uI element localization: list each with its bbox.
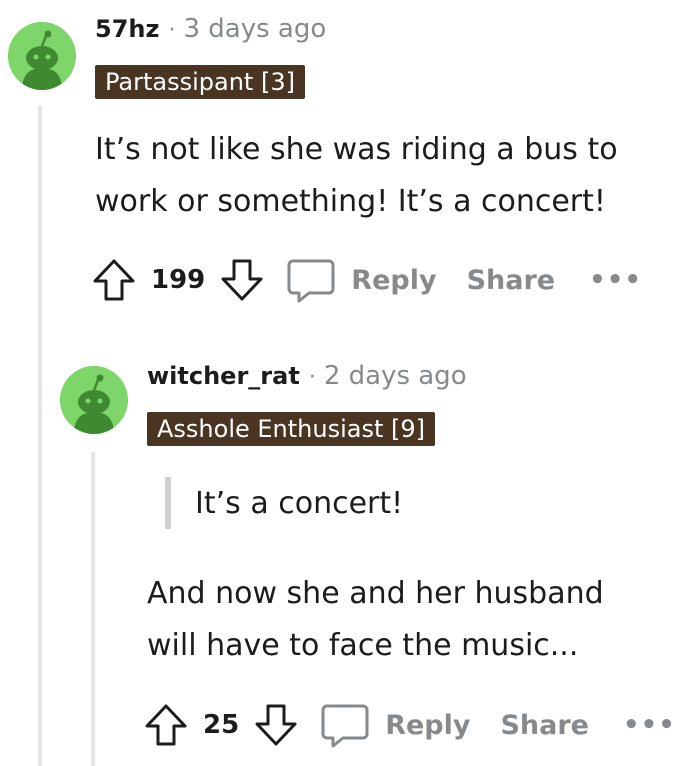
thread-line-child[interactable]: [91, 452, 95, 766]
downvote-icon[interactable]: [251, 700, 301, 750]
comment-body-line: It’s not like she was riding a bus to: [95, 132, 618, 167]
share-button[interactable]: Share: [467, 265, 556, 296]
avatar-witcher-rat[interactable]: [60, 366, 128, 434]
comment-meta: 57hz · 3 days ago: [95, 14, 326, 44]
comment-body: And now she and her husband will have to…: [147, 568, 604, 672]
comment-bubble-icon[interactable]: [319, 700, 371, 750]
comment-bubble-icon[interactable]: [285, 255, 337, 305]
more-options-button[interactable]: •••: [623, 710, 676, 740]
avatar-57hz[interactable]: [8, 22, 76, 90]
comment-body-line: And now she and her husband: [147, 576, 604, 611]
thread-line-parent[interactable]: [38, 106, 42, 766]
snoo-avatar-icon: [8, 22, 76, 90]
comment-meta: witcher_rat · 2 days ago: [147, 361, 467, 391]
blockquote-bar: [165, 477, 171, 529]
reply-button[interactable]: Reply: [351, 265, 436, 296]
timestamp[interactable]: 3 days ago: [183, 14, 326, 44]
comment-body-line: will have to face the music...: [147, 628, 579, 663]
timestamp[interactable]: 2 days ago: [324, 361, 467, 391]
username[interactable]: 57hz: [95, 15, 159, 43]
upvote-icon[interactable]: [89, 255, 139, 305]
vote-score: 199: [151, 265, 206, 295]
comment-actions: 199 Reply Share •••: [89, 255, 642, 305]
blockquote: It’s a concert!: [165, 477, 403, 529]
share-button[interactable]: Share: [500, 710, 589, 741]
comment-body: It’s not like she was riding a bus to wo…: [95, 124, 618, 228]
reply-button[interactable]: Reply: [385, 710, 470, 741]
user-flair: Asshole Enthusiast [9]: [147, 412, 436, 446]
upvote-icon[interactable]: [141, 700, 191, 750]
comment-body-line: work or something! It’s a concert!: [95, 184, 606, 219]
downvote-icon[interactable]: [217, 255, 267, 305]
username[interactable]: witcher_rat: [147, 362, 300, 390]
blockquote-text: It’s a concert!: [195, 485, 404, 521]
vote-score: 25: [203, 710, 240, 740]
meta-separator: ·: [168, 18, 176, 43]
user-flair: Partassipant [3]: [95, 65, 305, 99]
meta-separator: ·: [308, 365, 316, 390]
comment-actions: 25 Reply Share •••: [141, 700, 676, 750]
snoo-avatar-icon: [60, 366, 128, 434]
more-options-button[interactable]: •••: [589, 265, 642, 295]
